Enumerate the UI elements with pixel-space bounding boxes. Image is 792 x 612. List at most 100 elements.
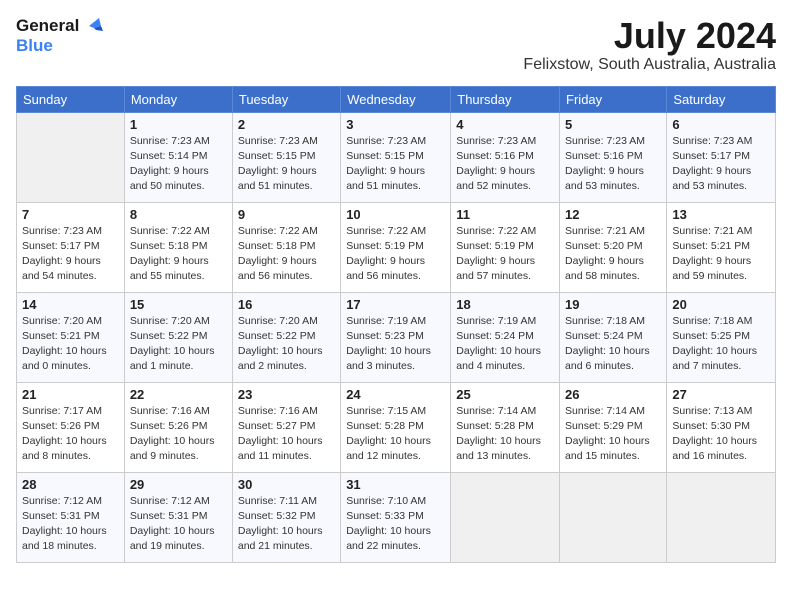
calendar-cell: 19 Sunrise: 7:18 AMSunset: 5:24 PMDayligh… [560,292,667,382]
day-number: 7 [22,207,119,222]
calendar-cell: 24 Sunrise: 7:15 AMSunset: 5:28 PMDayligh… [341,382,451,472]
week-row-4: 21 Sunrise: 7:17 AMSunset: 5:26 PMDayligh… [17,382,776,472]
calendar-cell: 7 Sunrise: 7:23 AMSunset: 5:17 PMDaylight… [17,202,125,292]
calendar-cell [451,472,560,562]
day-number: 13 [672,207,770,222]
day-number: 6 [672,117,770,132]
day-info: Sunrise: 7:16 AMSunset: 5:27 PMDaylight:… [238,404,335,465]
calendar-table: SundayMondayTuesdayWednesdayThursdayFrid… [16,86,776,563]
week-row-3: 14Sunrise: 7:20 AMSunset: 5:21 PMDayligh… [17,292,776,382]
day-number: 16 [238,297,335,312]
day-number: 19 [565,297,661,312]
calendar-cell: 31 Sunrise: 7:10 AMSunset: 5:33 PMDayligh… [341,472,451,562]
day-number: 20 [672,297,770,312]
calendar-cell: 6 Sunrise: 7:23 AMSunset: 5:17 PMDaylight… [667,112,776,202]
day-info: Sunrise: 7:21 AMSunset: 5:20 PMDaylight:… [565,224,661,285]
day-number: 27 [672,387,770,402]
day-number: 28 [22,477,119,492]
calendar-cell [667,472,776,562]
day-number: 18 [456,297,554,312]
day-header-thursday: Thursday [451,86,560,112]
calendar-cell [560,472,667,562]
day-number: 29 [130,477,227,492]
calendar-cell: 1Sunrise: 7:23 AMSunset: 5:14 PMDaylight… [124,112,232,202]
day-number: 14 [22,297,119,312]
day-number: 1 [130,117,227,132]
calendar-cell: 17 Sunrise: 7:19 AMSunset: 5:23 PMDayligh… [341,292,451,382]
calendar-cell: 26 Sunrise: 7:14 AMSunset: 5:29 PMDayligh… [560,382,667,472]
calendar-cell: 14Sunrise: 7:20 AMSunset: 5:21 PMDayligh… [17,292,125,382]
calendar-cell: 5 Sunrise: 7:23 AMSunset: 5:16 PMDaylight… [560,112,667,202]
day-info: Sunrise: 7:19 AMSunset: 5:23 PMDaylight:… [346,314,445,375]
week-row-2: 7 Sunrise: 7:23 AMSunset: 5:17 PMDaylight… [17,202,776,292]
day-number: 5 [565,117,661,132]
day-info: Sunrise: 7:14 AMSunset: 5:29 PMDaylight:… [565,404,661,465]
day-info: Sunrise: 7:17 AMSunset: 5:26 PMDaylight:… [22,404,119,465]
logo-blue: Blue [16,36,103,56]
location-title: Felixstow, South Australia, Australia [523,56,776,74]
day-info: Sunrise: 7:18 AMSunset: 5:25 PMDaylight:… [672,314,770,375]
day-number: 26 [565,387,661,402]
calendar-header-row: SundayMondayTuesdayWednesdayThursdayFrid… [17,86,776,112]
day-header-monday: Monday [124,86,232,112]
page-header: General Blue July 2024 Felixstow, South … [16,16,776,74]
calendar-cell: 18 Sunrise: 7:19 AMSunset: 5:24 PMDayligh… [451,292,560,382]
day-info: Sunrise: 7:21 AMSunset: 5:21 PMDaylight:… [672,224,770,285]
day-header-sunday: Sunday [17,86,125,112]
title-area: July 2024 Felixstow, South Australia, Au… [523,16,776,74]
day-number: 23 [238,387,335,402]
day-info: Sunrise: 7:19 AMSunset: 5:24 PMDaylight:… [456,314,554,375]
calendar-cell: 21 Sunrise: 7:17 AMSunset: 5:26 PMDayligh… [17,382,125,472]
day-info: Sunrise: 7:23 AMSunset: 5:17 PMDaylight:… [22,224,119,285]
day-number: 15 [130,297,227,312]
calendar-cell: 22 Sunrise: 7:16 AMSunset: 5:26 PMDayligh… [124,382,232,472]
week-row-5: 28 Sunrise: 7:12 AMSunset: 5:31 PMDayligh… [17,472,776,562]
day-number: 24 [346,387,445,402]
day-info: Sunrise: 7:16 AMSunset: 5:26 PMDaylight:… [130,404,227,465]
calendar-cell: 4Sunrise: 7:23 AMSunset: 5:16 PMDaylight… [451,112,560,202]
logo: General Blue [16,16,103,55]
day-info: Sunrise: 7:13 AMSunset: 5:30 PMDaylight:… [672,404,770,465]
calendar-cell: 16 Sunrise: 7:20 AMSunset: 5:22 PMDayligh… [232,292,340,382]
day-number: 3 [346,117,445,132]
calendar-cell: 10Sunrise: 7:22 AMSunset: 5:19 PMDayligh… [341,202,451,292]
day-number: 11 [456,207,554,222]
day-number: 17 [346,297,445,312]
day-number: 25 [456,387,554,402]
day-info: Sunrise: 7:22 AMSunset: 5:18 PMDaylight:… [130,224,227,285]
calendar-cell: 23 Sunrise: 7:16 AMSunset: 5:27 PMDayligh… [232,382,340,472]
calendar-cell: 12Sunrise: 7:21 AMSunset: 5:20 PMDayligh… [560,202,667,292]
day-header-tuesday: Tuesday [232,86,340,112]
day-info: Sunrise: 7:23 AMSunset: 5:16 PMDaylight:… [565,134,661,195]
day-header-wednesday: Wednesday [341,86,451,112]
calendar-cell: 30Sunrise: 7:11 AMSunset: 5:32 PMDayligh… [232,472,340,562]
day-number: 30 [238,477,335,492]
day-info: Sunrise: 7:23 AMSunset: 5:15 PMDaylight:… [238,134,335,195]
day-info: Sunrise: 7:20 AMSunset: 5:22 PMDaylight:… [238,314,335,375]
day-info: Sunrise: 7:23 AMSunset: 5:16 PMDaylight:… [456,134,554,195]
day-number: 21 [22,387,119,402]
calendar-cell: 13 Sunrise: 7:21 AMSunset: 5:21 PMDayligh… [667,202,776,292]
day-info: Sunrise: 7:22 AMSunset: 5:19 PMDaylight:… [456,224,554,285]
day-info: Sunrise: 7:20 AMSunset: 5:22 PMDaylight:… [130,314,227,375]
day-info: Sunrise: 7:15 AMSunset: 5:28 PMDaylight:… [346,404,445,465]
day-number: 22 [130,387,227,402]
day-info: Sunrise: 7:18 AMSunset: 5:24 PMDaylight:… [565,314,661,375]
calendar-cell: 25 Sunrise: 7:14 AMSunset: 5:28 PMDayligh… [451,382,560,472]
day-info: Sunrise: 7:10 AMSunset: 5:33 PMDaylight:… [346,494,445,555]
day-number: 2 [238,117,335,132]
day-number: 9 [238,207,335,222]
day-number: 31 [346,477,445,492]
calendar-cell: 9 Sunrise: 7:22 AMSunset: 5:18 PMDaylight… [232,202,340,292]
calendar-cell: 27 Sunrise: 7:13 AMSunset: 5:30 PMDayligh… [667,382,776,472]
calendar-cell: 29 Sunrise: 7:12 AMSunset: 5:31 PMDayligh… [124,472,232,562]
day-info: Sunrise: 7:12 AMSunset: 5:31 PMDaylight:… [130,494,227,555]
calendar-cell: 28Sunrise: 7:12 AMSunset: 5:31 PMDayligh… [17,472,125,562]
logo-general: General [16,16,103,36]
calendar-cell: 3 Sunrise: 7:23 AMSunset: 5:15 PMDaylight… [341,112,451,202]
day-info: Sunrise: 7:23 AMSunset: 5:15 PMDaylight:… [346,134,445,195]
calendar-cell: 2 Sunrise: 7:23 AMSunset: 5:15 PMDaylight… [232,112,340,202]
day-info: Sunrise: 7:14 AMSunset: 5:28 PMDaylight:… [456,404,554,465]
day-info: Sunrise: 7:22 AMSunset: 5:18 PMDaylight:… [238,224,335,285]
day-info: Sunrise: 7:23 AMSunset: 5:17 PMDaylight:… [672,134,770,195]
